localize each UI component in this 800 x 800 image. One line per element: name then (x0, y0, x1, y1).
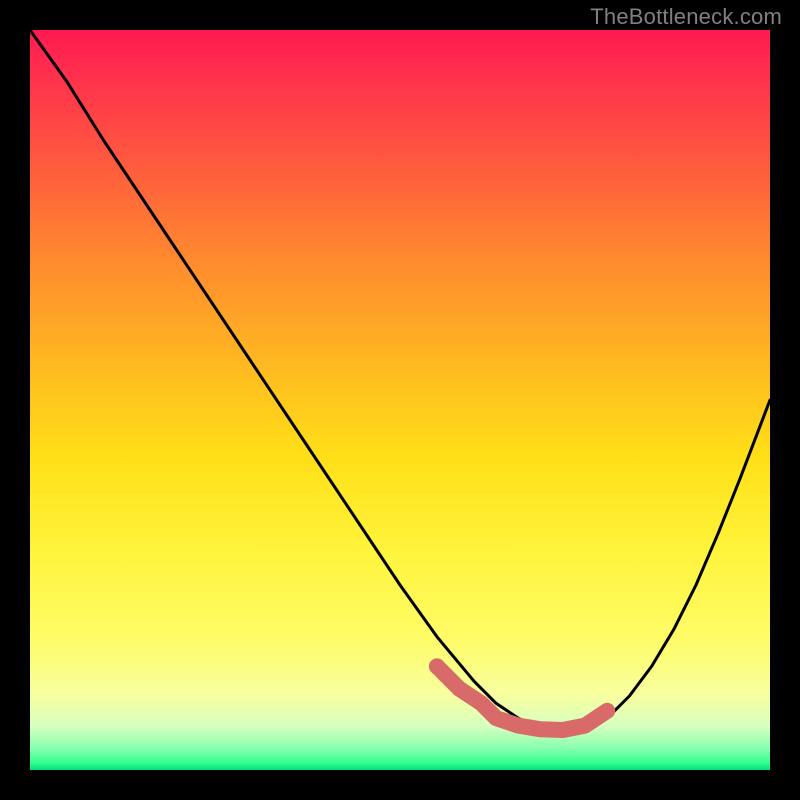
chart-frame: TheBottleneck.com (0, 0, 800, 800)
curves-svg (30, 30, 770, 770)
watermark-text: TheBottleneck.com (590, 4, 782, 30)
plot-area (30, 30, 770, 770)
